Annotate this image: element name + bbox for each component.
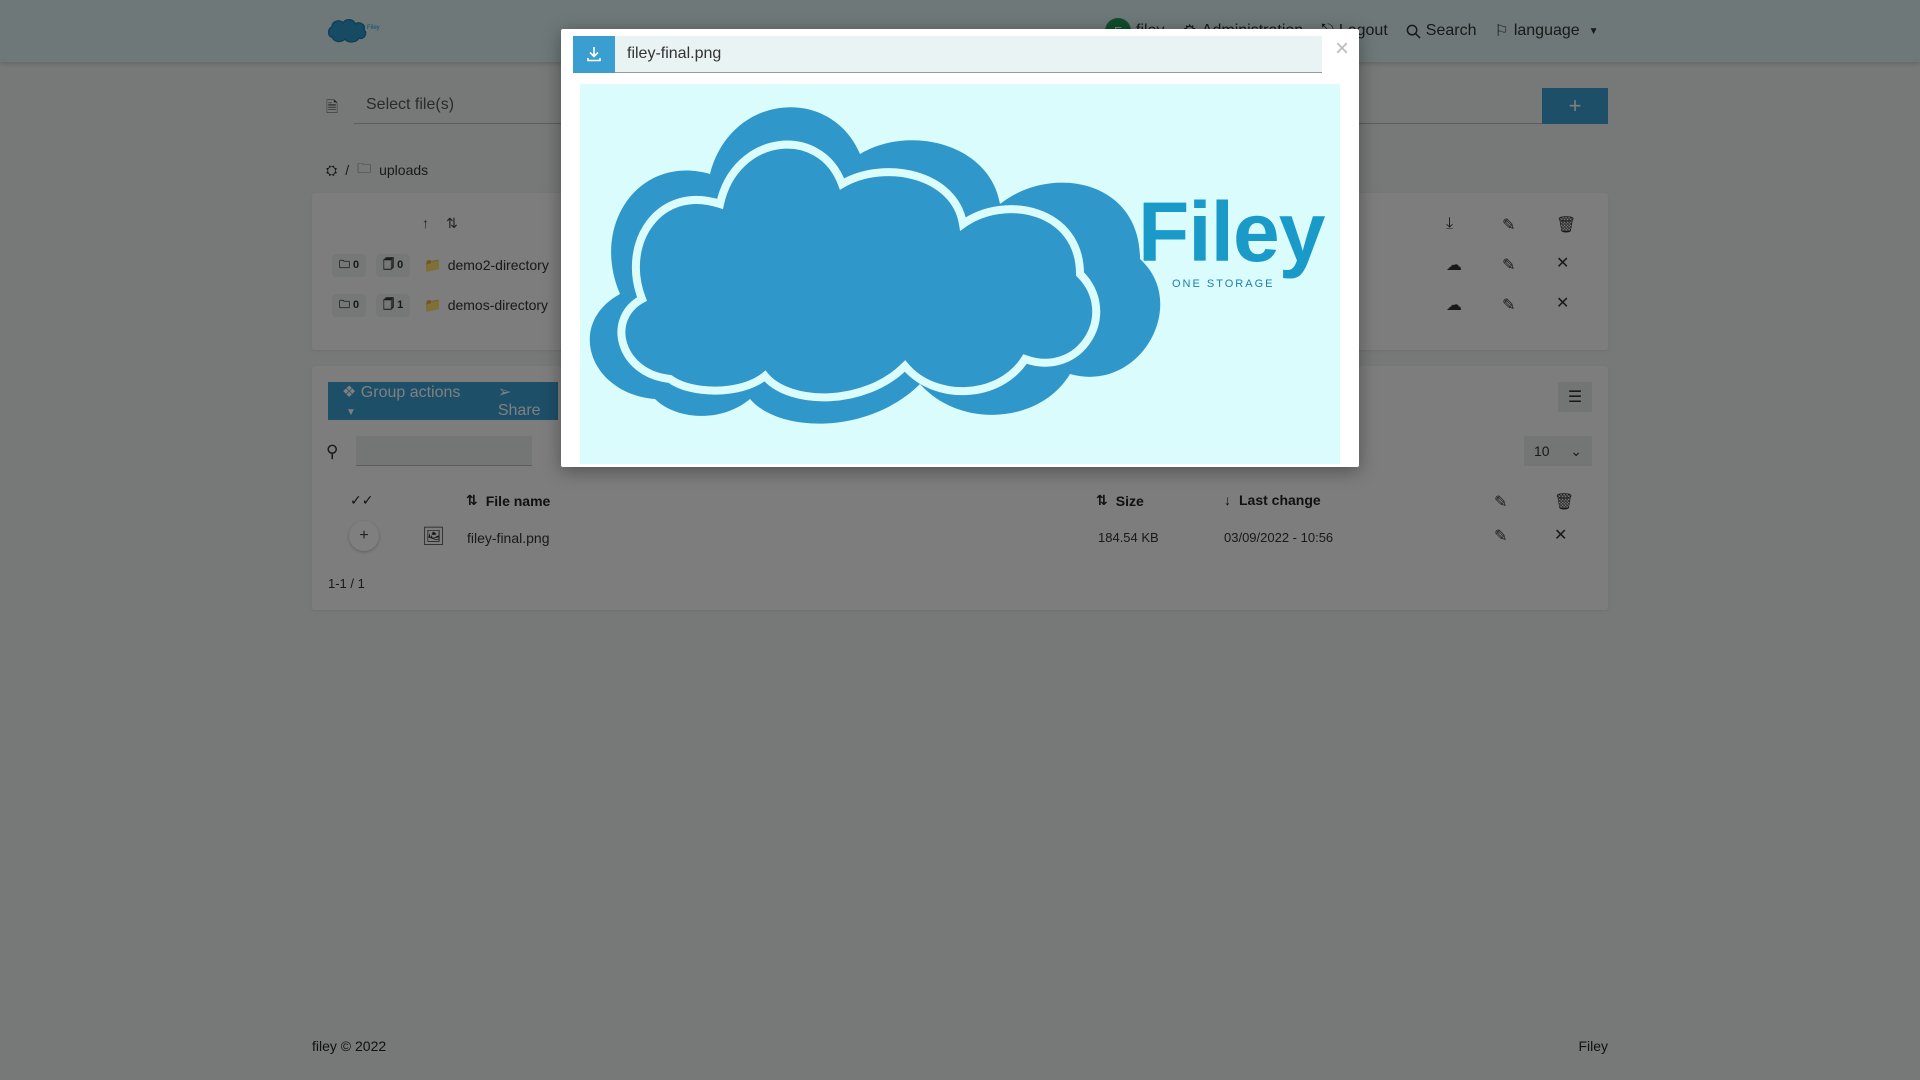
modal-header: filey-final.png — [573, 35, 1322, 73]
modal-title: filey-final.png — [627, 45, 722, 62]
preview-tagline: ONE STORAGE — [1172, 278, 1275, 290]
modal-close-button[interactable]: × — [1335, 37, 1349, 61]
modal-download-button[interactable] — [573, 35, 615, 73]
preview-brand-text: Filey — [1138, 185, 1325, 279]
image-preview-modal: filey-final.png × Filey ONE STORAGE — [561, 29, 1359, 467]
image-preview: Filey ONE STORAGE — [580, 84, 1340, 464]
download-icon — [587, 47, 601, 62]
